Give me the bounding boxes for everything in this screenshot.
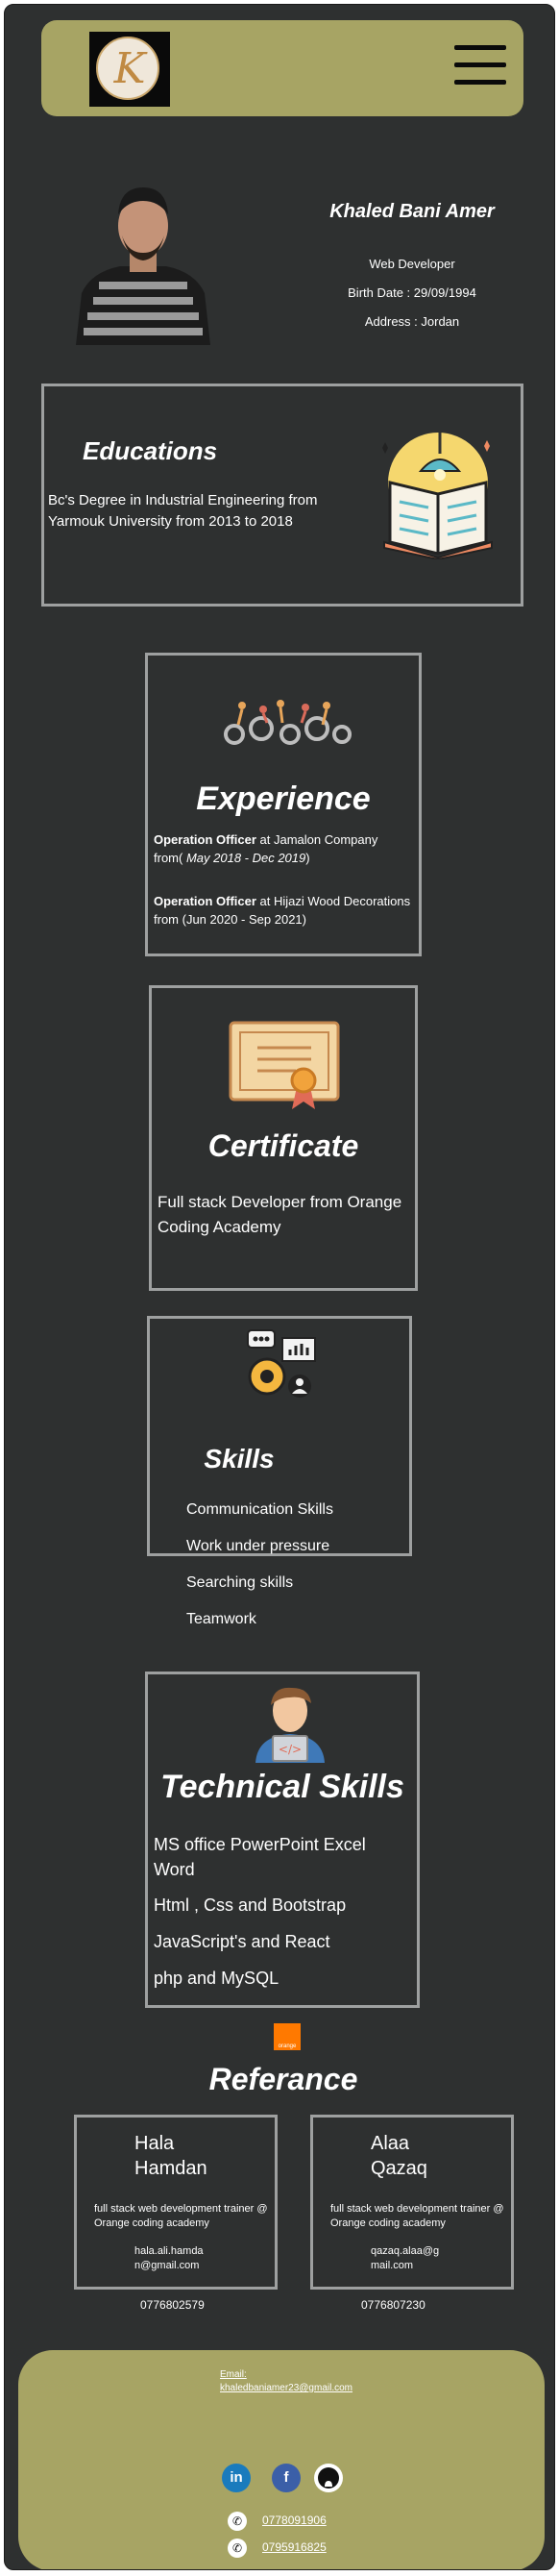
job-2-dates: from (Jun 2020 - Sep 2021) bbox=[154, 912, 306, 927]
header-bar: K bbox=[41, 20, 523, 116]
reference-card: Hala Hamdan full stack web development t… bbox=[74, 2115, 278, 2312]
github-icon[interactable] bbox=[314, 2464, 343, 2492]
skill-item: Teamwork bbox=[186, 1611, 256, 1627]
phone-icon: ✆ bbox=[228, 2512, 247, 2531]
job-2-company: at Hijazi Wood Decorations bbox=[255, 894, 411, 908]
reference-email-line2: n@gmail.com bbox=[134, 2260, 200, 2271]
skills-title: Skills bbox=[204, 1444, 275, 1474]
teamwork-gears-icon bbox=[213, 696, 357, 750]
footer-phone-2[interactable]: 0795916825 bbox=[262, 2540, 327, 2554]
certificate-title: Certificate bbox=[207, 1128, 359, 1163]
education-illustration-icon bbox=[380, 425, 496, 561]
profile-name: Khaled Bani Amer bbox=[329, 201, 495, 222]
footer: Email: khaledbaniamer23@gmail.com in f ✆… bbox=[18, 2350, 545, 2569]
certificate-text: Full stack Developer from Orange Coding … bbox=[158, 1193, 402, 1236]
svg-text:</>: </> bbox=[279, 1743, 302, 1756]
job-1-close: ) bbox=[305, 851, 310, 865]
orange-logo-text: orange bbox=[278, 2043, 297, 2049]
technical-skill-item: JavaScript's and React bbox=[154, 1932, 330, 1951]
experience-card: Experience Operation Officer at Jamalon … bbox=[145, 653, 422, 956]
phone-icon: ✆ bbox=[228, 2539, 247, 2558]
reference-name-line2: Qazaq bbox=[371, 2158, 427, 2179]
reference-email-line1: qazaq.alaa@g bbox=[371, 2245, 440, 2257]
reference-name: Alaa Qazaq bbox=[371, 2131, 505, 2181]
certificate-icon bbox=[229, 1021, 340, 1111]
technical-skills-card: </> Technical Skills MS office PowerPoin… bbox=[145, 1672, 420, 2008]
certificate-card: Certificate Full stack Developer from Or… bbox=[149, 985, 418, 1291]
facebook-icon-text: f bbox=[283, 2469, 289, 2486]
profile-address: Address : Jordan bbox=[364, 314, 460, 329]
job-1-title: Operation Officer bbox=[154, 832, 256, 847]
developer-avatar-icon: </> bbox=[252, 1682, 328, 1763]
reference-role: full stack web development trainer @ Ora… bbox=[94, 2203, 268, 2229]
technical-skill-item: php and MySQL bbox=[154, 1969, 280, 1988]
reference-name-line1: Hala bbox=[134, 2133, 175, 2154]
reference-email-line2: mail.com bbox=[371, 2260, 414, 2271]
technical-skill-item: Html , Css and Bootstrap bbox=[154, 1895, 347, 1915]
job-1-from: from( bbox=[154, 851, 183, 865]
education-card: Educations Bc's Degree in Industrial Eng… bbox=[41, 384, 523, 607]
experience-job-2: Operation Officer at Hijazi Wood Decorat… bbox=[154, 892, 419, 929]
education-text: Bc's Degree in Industrial Engineering fr… bbox=[48, 492, 318, 530]
reference-name-line2: Hamdan bbox=[134, 2158, 207, 2179]
hamburger-icon[interactable] bbox=[454, 45, 506, 87]
footer-email-link[interactable]: khaledbaniamer23@gmail.com bbox=[220, 2383, 352, 2393]
technical-skill-item: MS office PowerPoint Excel Word bbox=[154, 1835, 366, 1879]
reference-phone[interactable]: 0776802579 bbox=[140, 2298, 205, 2312]
linkedin-icon-text: in bbox=[230, 2469, 243, 2486]
reference-phone[interactable]: 0776807230 bbox=[361, 2298, 425, 2312]
skills-card: Skills Communication Skills Work under p… bbox=[147, 1316, 412, 1627]
footer-phone-1[interactable]: 0778091906 bbox=[262, 2514, 327, 2527]
page: K Khaled Bani Amer Web Developer Birth D… bbox=[4, 4, 555, 2570]
experience-title: Experience bbox=[196, 780, 371, 817]
logo[interactable]: K bbox=[89, 32, 170, 107]
profile-role: Web Developer bbox=[369, 257, 455, 271]
job-2-title: Operation Officer bbox=[154, 894, 256, 908]
skill-item: Searching skills bbox=[186, 1574, 294, 1591]
experience-job-1: Operation Officer at Jamalon Company fro… bbox=[154, 830, 419, 867]
facebook-icon[interactable]: f bbox=[272, 2464, 301, 2492]
reference-name-line1: Alaa bbox=[371, 2133, 410, 2154]
reference-role: full stack web development trainer @ Ora… bbox=[330, 2203, 504, 2229]
logo-letter: K bbox=[113, 44, 146, 93]
reference-email-line1: hala.ali.hamda bbox=[134, 2245, 204, 2257]
technical-skills-title: Technical Skills bbox=[160, 1769, 404, 1805]
profile-birth-date: Birth Date : 29/09/1994 bbox=[348, 285, 476, 300]
reference-name: Hala Hamdan bbox=[134, 2131, 269, 2181]
linkedin-icon[interactable]: in bbox=[222, 2464, 251, 2492]
logo-badge: K bbox=[96, 37, 159, 100]
job-1-dates: May 2018 - Dec 2019 bbox=[182, 851, 306, 865]
footer-email-label: Email: bbox=[220, 2369, 247, 2380]
profile-photo bbox=[70, 176, 216, 345]
orange-logo: orange bbox=[274, 2023, 301, 2050]
referance-title: Referance bbox=[208, 2062, 358, 2096]
job-1-company: at Jamalon Company bbox=[255, 832, 378, 847]
reference-email[interactable]: hala.ali.hamda n@gmail.com bbox=[134, 2244, 259, 2273]
skills-settings-icon bbox=[244, 1328, 319, 1403]
reference-email[interactable]: qazaq.alaa@g mail.com bbox=[371, 2244, 496, 2273]
reference-card: Alaa Qazaq full stack web development tr… bbox=[310, 2115, 514, 2312]
education-title: Educations bbox=[83, 436, 218, 465]
skill-item: Work under pressure bbox=[186, 1538, 330, 1554]
skill-item: Communication Skills bbox=[186, 1501, 333, 1518]
